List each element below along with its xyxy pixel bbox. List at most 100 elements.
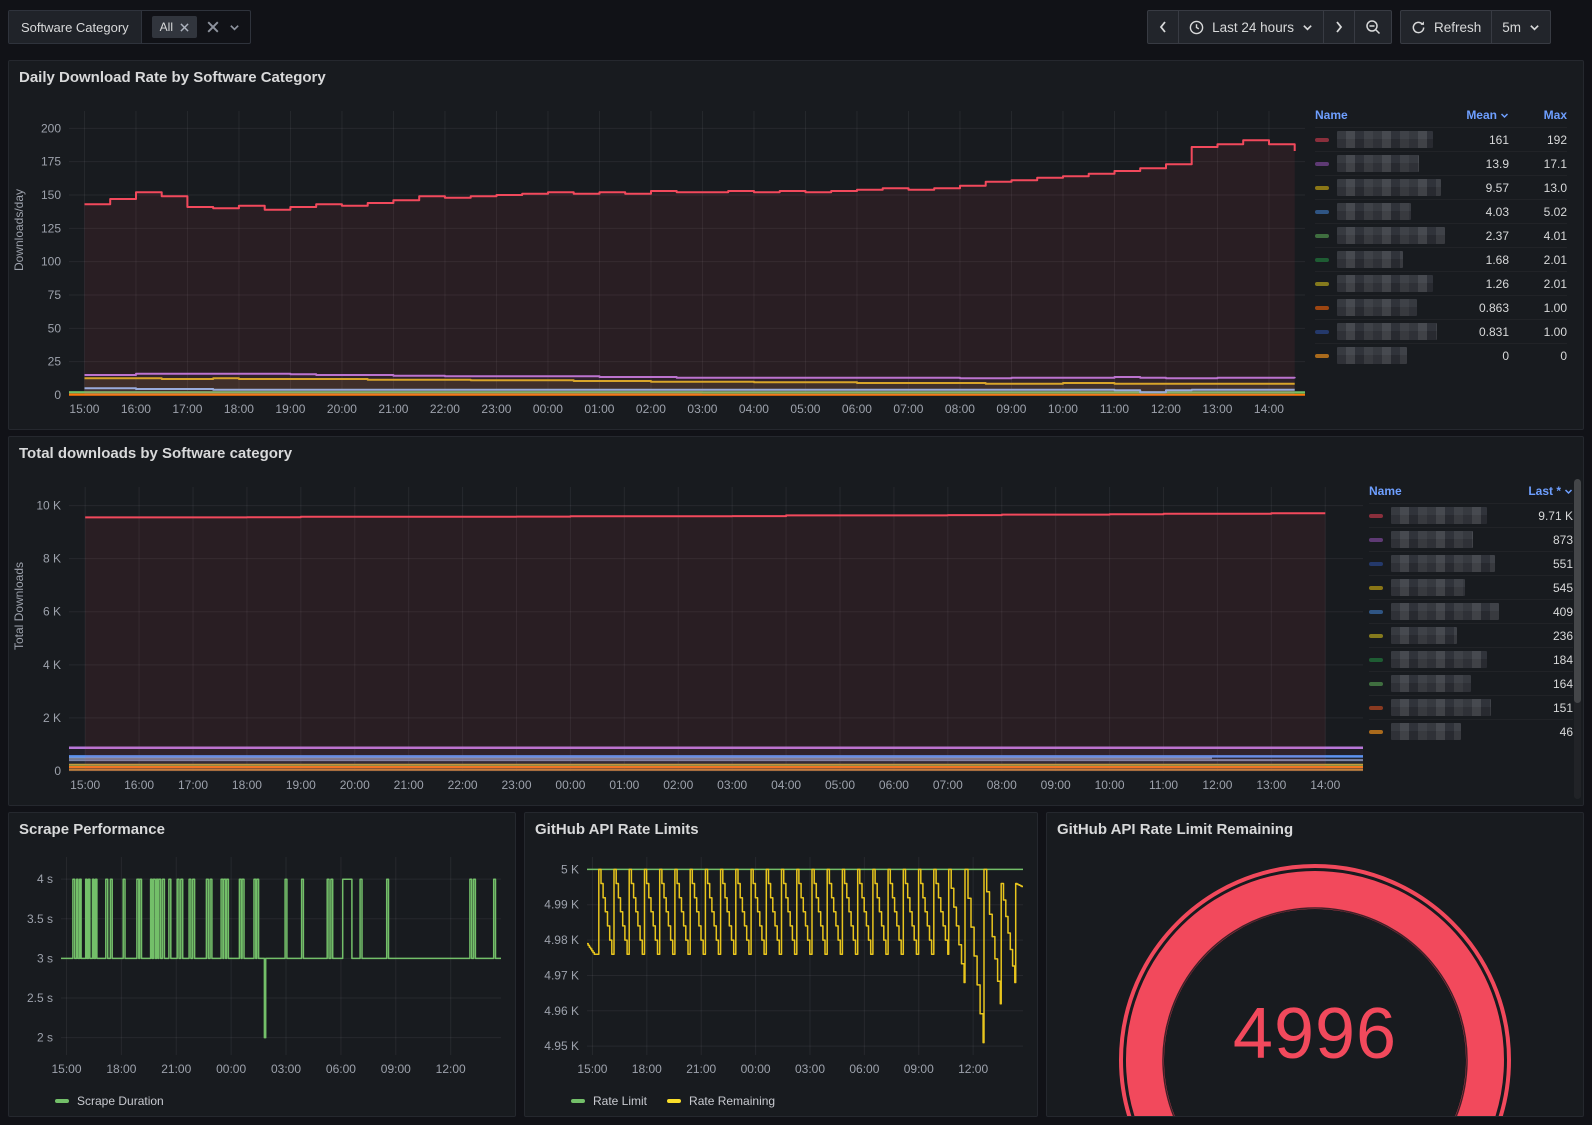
legend-item-label: Scrape Duration (77, 1094, 164, 1108)
series-color-swatch (1315, 353, 1329, 358)
legend-row-series[interactable] (1315, 343, 1447, 367)
panel-github-rate-limits: GitHub API Rate Limits 15:00 18:00 21:00 00… (524, 812, 1038, 1117)
legend-value: 161 (1447, 127, 1509, 151)
svg-text:75: 75 (48, 288, 62, 302)
rate-limits-chart[interactable]: 15:00 18:00 21:00 00:00 03:00 06:00 09:00 12:00… (531, 847, 1029, 1085)
zoom-out-icon (1366, 20, 1380, 35)
legend-value: 2.01 (1509, 247, 1567, 271)
chip-remove-icon[interactable] (180, 22, 189, 32)
svg-text:03:00: 03:00 (271, 1062, 301, 1076)
filter-dropdown-chevron-icon[interactable] (229, 22, 240, 33)
panel-title[interactable]: GitHub API Rate Limits (525, 813, 1037, 838)
svg-text:4.98 K: 4.98 K (544, 933, 579, 947)
legend-header-mean[interactable]: Mean (1447, 103, 1509, 127)
panel-title[interactable]: Total downloads by Software category (9, 437, 1583, 462)
series-color-swatch (1315, 329, 1329, 334)
legend-row-series[interactable] (1315, 175, 1447, 199)
redacted-series-name (1391, 699, 1491, 716)
filter-chip-all[interactable]: All (151, 16, 198, 38)
legend-item[interactable]: Scrape Duration (55, 1094, 164, 1108)
legend-value: 184 (1499, 647, 1573, 671)
legend-row-series[interactable] (1369, 647, 1499, 671)
svg-text:4.99 K: 4.99 K (544, 898, 579, 912)
series-color-swatch (1315, 257, 1329, 262)
panel-title[interactable]: Daily Download Rate by Software Category (9, 61, 1583, 86)
filter-value-area[interactable]: All (142, 11, 250, 43)
redacted-series-name (1391, 723, 1461, 740)
filter-label: Software Category (9, 11, 142, 43)
svg-text:03:00: 03:00 (717, 778, 747, 792)
panel-title[interactable]: GitHub API Rate Limit Remaining (1047, 813, 1583, 838)
legend-row-series[interactable] (1315, 199, 1447, 223)
legend-header-name[interactable]: Name (1369, 479, 1499, 503)
time-shift-forward-button[interactable] (1322, 10, 1355, 44)
daily-download-rate-chart[interactable]: 15:00 16:00 17:00 18:00 19:00 20:00 21:00 22:00… (25, 97, 1311, 425)
series-color-swatch (1369, 729, 1383, 734)
legend-row-series[interactable] (1369, 599, 1499, 623)
svg-text:4 s: 4 s (37, 872, 53, 886)
refresh-button[interactable]: Refresh (1399, 10, 1493, 44)
series-color-swatch (1315, 281, 1329, 286)
legend-value: 0.863 (1447, 295, 1509, 319)
legend-header-last[interactable]: Last * (1499, 479, 1573, 503)
legend-row-series[interactable] (1369, 719, 1499, 743)
legend-row-series[interactable] (1315, 151, 1447, 175)
rate-limit-gauge[interactable] (1047, 849, 1583, 1116)
svg-text:05:00: 05:00 (825, 778, 855, 792)
legend-row-series[interactable] (1369, 623, 1499, 647)
svg-text:150: 150 (41, 188, 61, 202)
legend-row-series[interactable] (1369, 503, 1499, 527)
scrape-performance-chart[interactable]: 15:00 18:00 21:00 00:00 03:00 06:00 09:00 12:00… (15, 847, 507, 1085)
dashboard-topbar: Software Category All Last 24 hours Refr… (0, 0, 1592, 55)
legend-row-series[interactable] (1315, 223, 1447, 247)
daily-legend-table: Name Mean Max 161 192 13.9 17.1 9.57 13.0 4.03 5.… (1315, 103, 1567, 423)
legend-row-series[interactable] (1369, 575, 1499, 599)
panel-total-downloads: Total downloads by Software category Tot… (8, 436, 1584, 806)
legend-header-name[interactable]: Name (1315, 103, 1447, 127)
legend-value: 545 (1499, 575, 1573, 599)
legend-item[interactable]: Rate Limit (571, 1094, 647, 1108)
legend-row-series[interactable] (1315, 319, 1447, 343)
svg-text:14:00: 14:00 (1254, 402, 1284, 416)
redacted-series-name (1391, 531, 1473, 548)
legend-row-series[interactable] (1369, 695, 1499, 719)
svg-text:00:00: 00:00 (533, 402, 563, 416)
svg-text:20:00: 20:00 (327, 402, 357, 416)
series-color-swatch (1315, 209, 1329, 214)
total-downloads-chart[interactable]: 15:00 16:00 17:00 18:00 19:00 20:00 21:00 22:00… (25, 473, 1369, 801)
svg-text:0: 0 (54, 764, 61, 778)
svg-text:15:00: 15:00 (577, 1062, 607, 1076)
filter-clear-icon[interactable] (207, 21, 219, 33)
svg-text:06:00: 06:00 (842, 402, 872, 416)
series-color-swatch (55, 1099, 69, 1103)
legend-row-series[interactable] (1315, 247, 1447, 271)
legend-row-series[interactable] (1369, 551, 1499, 575)
refresh-interval-dropdown[interactable]: 5m (1491, 10, 1551, 44)
refresh-icon (1412, 20, 1425, 33)
gauge-value: 4996 (1232, 994, 1398, 1074)
legend-row-series[interactable] (1369, 671, 1499, 695)
series-Scrape Duration (61, 878, 501, 1039)
svg-text:00:00: 00:00 (216, 1062, 246, 1076)
series-color-swatch (571, 1099, 585, 1103)
legend-value: 409 (1499, 599, 1573, 623)
legend-item-label: Rate Limit (593, 1094, 648, 1108)
time-range-picker-button[interactable]: Last 24 hours (1178, 10, 1324, 44)
legend-row-series[interactable] (1369, 527, 1499, 551)
legend-item[interactable]: Rate Remaining (667, 1094, 775, 1108)
svg-text:18:00: 18:00 (632, 1062, 662, 1076)
time-shift-back-button[interactable] (1147, 10, 1180, 44)
panel-title[interactable]: Scrape Performance (9, 813, 515, 838)
svg-text:21:00: 21:00 (378, 402, 408, 416)
legend-row-series[interactable] (1315, 127, 1447, 151)
svg-text:12:00: 12:00 (436, 1062, 466, 1076)
legend-row-series[interactable] (1315, 295, 1447, 319)
svg-text:125: 125 (41, 221, 61, 235)
svg-text:02:00: 02:00 (636, 402, 666, 416)
legend-header-max[interactable]: Max (1509, 103, 1567, 127)
series-Rate Remaining (587, 868, 1023, 1044)
time-zoom-out-button[interactable] (1353, 10, 1392, 44)
legend-scrollbar[interactable] (1574, 479, 1581, 799)
legend-row-series[interactable] (1315, 271, 1447, 295)
svg-text:175: 175 (41, 155, 61, 169)
